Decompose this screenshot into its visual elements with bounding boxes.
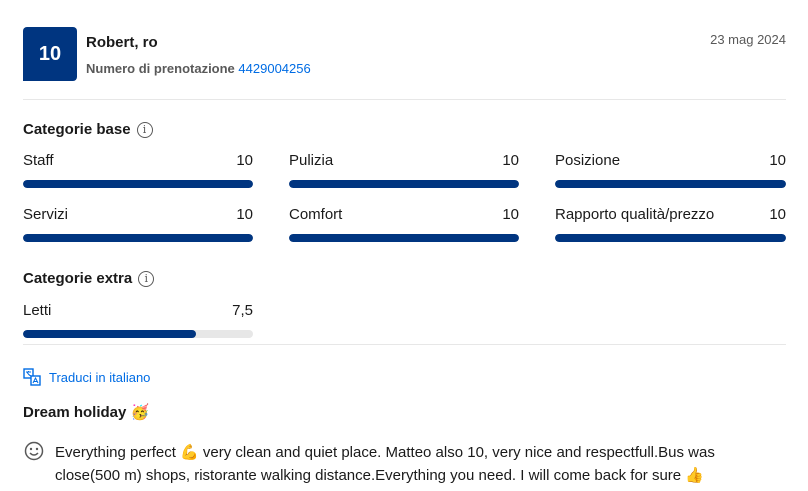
base-categories-title: Categorie base i	[23, 121, 153, 138]
reviewer-name: Robert, ro	[86, 34, 158, 51]
translate-link[interactable]: Traduci in italiano	[23, 368, 150, 386]
booking-info: Numero di prenotazione 4429004256	[86, 61, 311, 76]
category-pulizia: Pulizia 10	[289, 152, 519, 188]
category-score: 7,5	[232, 302, 253, 319]
extra-categories-title: Categorie extra i	[23, 270, 155, 287]
category-letti: Letti 7,5	[23, 302, 253, 338]
category-posizione: Posizione 10	[555, 152, 786, 188]
category-bar-fill	[289, 180, 519, 188]
review-score-badge: 10	[23, 27, 77, 81]
review-date: 23 mag 2024	[710, 32, 786, 47]
category-label: Posizione	[555, 152, 621, 169]
category-bar	[555, 234, 786, 242]
category-label: Rapporto qualità/prezzo	[555, 206, 715, 223]
category-label: Staff	[23, 152, 54, 169]
info-icon[interactable]: i	[138, 270, 155, 287]
category-label: Servizi	[23, 206, 69, 223]
category-bar-fill	[23, 330, 196, 338]
category-rapporto-qualita-prezzo: Rapporto qualità/prezzo 10	[555, 206, 786, 242]
smiley-icon	[24, 441, 44, 461]
info-icon[interactable]: i	[136, 121, 153, 138]
category-bar	[23, 234, 253, 242]
extra-categories-label: Categorie extra	[23, 270, 133, 287]
category-score: 10	[769, 152, 786, 169]
divider	[23, 99, 786, 100]
category-bar-fill	[555, 234, 786, 242]
category-label: Letti	[23, 302, 52, 319]
booking-label: Numero di prenotazione	[86, 61, 235, 76]
category-bar	[23, 330, 253, 338]
category-comfort: Comfort 10	[289, 206, 519, 242]
translate-icon	[23, 368, 41, 386]
category-bar	[555, 180, 786, 188]
translate-label[interactable]: Traduci in italiano	[49, 370, 150, 385]
booking-number[interactable]: 4429004256	[238, 61, 310, 76]
review-title: Dream holiday 🥳	[23, 404, 150, 421]
category-score: 10	[236, 152, 253, 169]
category-bar-fill	[555, 180, 786, 188]
category-score: 10	[502, 152, 519, 169]
category-score: 10	[769, 206, 786, 223]
category-staff: Staff 10	[23, 152, 253, 188]
review-text: Everything perfect 💪 very clean and quie…	[55, 444, 715, 484]
category-bar-fill	[23, 180, 253, 188]
category-bar-fill	[23, 234, 253, 242]
category-score: 10	[236, 206, 253, 223]
base-categories-label: Categorie base	[23, 121, 131, 138]
category-bar	[289, 180, 519, 188]
category-label: Pulizia	[289, 152, 334, 169]
category-bar	[289, 234, 519, 242]
category-bar	[23, 180, 253, 188]
divider	[23, 344, 786, 345]
category-score: 10	[502, 206, 519, 223]
category-bar-fill	[289, 234, 519, 242]
category-servizi: Servizi 10	[23, 206, 253, 242]
category-label: Comfort	[289, 206, 343, 223]
